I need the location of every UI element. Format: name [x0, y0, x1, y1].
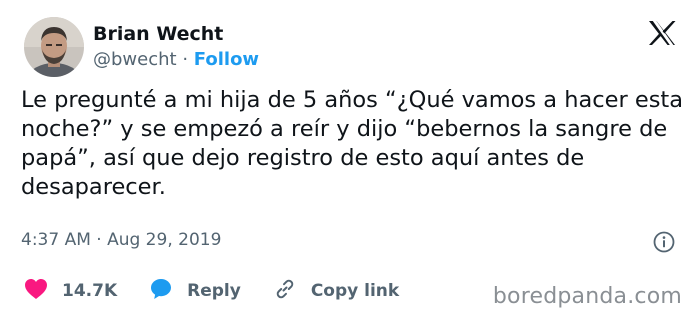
handle-row: @bwecht · Follow [93, 48, 259, 72]
reply-label: Reply [187, 281, 241, 301]
tweet-card: Brian Wecht @bwecht · Follow Le pregunté… [0, 0, 700, 318]
copy-link-button[interactable]: Copy link [273, 277, 399, 305]
avatar[interactable] [24, 17, 84, 77]
x-logo-icon[interactable] [648, 20, 676, 46]
copy-link-label: Copy link [310, 281, 400, 301]
timestamp[interactable]: 4:37 AM · Aug 29, 2019 [21, 229, 221, 251]
handle[interactable]: @bwecht [93, 49, 177, 70]
watermark: boredpanda.com [492, 284, 682, 309]
tweet-text: Le pregunté a mi hija de 5 años “¿Qué va… [21, 87, 684, 200]
action-bar: 14.7K Reply Copy link [24, 278, 431, 304]
heart-icon [24, 278, 48, 304]
separator: · [182, 49, 189, 70]
info-icon[interactable] [652, 230, 676, 254]
like-count: 14.7K [62, 281, 118, 301]
reply-button[interactable]: Reply [149, 277, 241, 305]
follow-button[interactable]: Follow [194, 49, 259, 70]
like-button[interactable]: 14.7K [24, 278, 117, 304]
link-icon [273, 277, 297, 305]
author-header: Brian Wecht @bwecht · Follow [93, 22, 259, 72]
speech-bubble-icon [149, 277, 173, 305]
display-name[interactable]: Brian Wecht [93, 22, 259, 46]
